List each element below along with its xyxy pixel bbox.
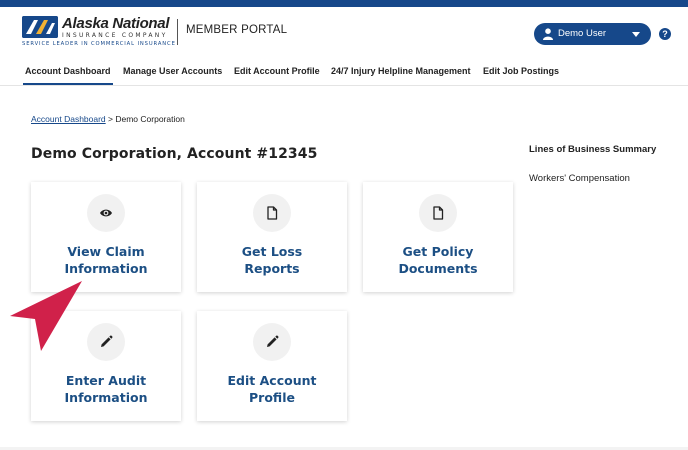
- logo-subtitle: INSURANCE COMPANY: [62, 32, 168, 39]
- logo-mark-icon: [22, 16, 58, 38]
- card-label-line1: Enter Audit: [65, 373, 147, 388]
- card-label-line2: Reports: [244, 261, 300, 276]
- chevron-down-icon: [632, 32, 640, 37]
- user-name: Demo User: [558, 28, 607, 39]
- card-label-line2: Documents: [398, 261, 478, 276]
- get-policy-documents-card[interactable]: Get Policy Documents: [363, 182, 513, 292]
- lines-of-business-item: Workers' Compensation: [529, 173, 630, 184]
- user-icon: [543, 28, 553, 40]
- card-label-line1: Edit Account: [227, 373, 317, 388]
- main-nav: Account Dashboard Manage User Accounts E…: [0, 59, 688, 86]
- nav-item-account-dashboard[interactable]: Account Dashboard: [23, 66, 113, 85]
- card-label: Enter Audit Information: [31, 372, 181, 406]
- card-label: Edit Account Profile: [197, 372, 347, 406]
- annotation-arrow-icon: [10, 281, 82, 351]
- icon-circle: [87, 194, 125, 232]
- document-icon: [267, 206, 278, 220]
- nav-item-injury-helpline[interactable]: 24/7 Injury Helpline Management: [331, 66, 471, 76]
- card-label: Get Policy Documents: [363, 243, 513, 277]
- user-menu-button[interactable]: Demo User: [534, 23, 651, 45]
- nav-item-manage-user-accounts[interactable]: Manage User Accounts: [123, 66, 222, 76]
- card-label-line1: View Claim: [67, 244, 145, 259]
- breadcrumb-link-account-dashboard[interactable]: Account Dashboard: [31, 114, 106, 124]
- site-header: Alaska National INSURANCE COMPANY SERVIC…: [0, 7, 688, 59]
- nav-item-edit-job-postings[interactable]: Edit Job Postings: [483, 66, 559, 76]
- help-icon[interactable]: ?: [659, 28, 671, 40]
- get-loss-reports-card[interactable]: Get Loss Reports: [197, 182, 347, 292]
- icon-circle: [87, 323, 125, 361]
- lines-of-business-title: Lines of Business Summary: [529, 144, 657, 155]
- icon-circle: [253, 323, 291, 361]
- card-label-line1: Get Policy: [402, 244, 474, 259]
- card-label-line2: Information: [64, 261, 148, 276]
- card-label-line2: Profile: [249, 390, 295, 405]
- main-content: Account Dashboard > Demo Corporation Dem…: [0, 87, 688, 450]
- pencil-icon: [267, 335, 279, 347]
- card-label-line2: Information: [64, 390, 148, 405]
- icon-circle: [253, 194, 291, 232]
- breadcrumb-separator: >: [105, 114, 116, 124]
- nav-item-edit-account-profile[interactable]: Edit Account Profile: [234, 66, 320, 76]
- breadcrumb-current: Demo Corporation: [115, 114, 185, 124]
- card-label: Get Loss Reports: [197, 243, 347, 277]
- card-label-line1: Get Loss: [241, 244, 303, 259]
- top-brand-stripe: [0, 0, 688, 7]
- edit-account-profile-card[interactable]: Edit Account Profile: [197, 311, 347, 421]
- view-claim-information-card[interactable]: View Claim Information: [31, 182, 181, 292]
- card-label: View Claim Information: [31, 243, 181, 277]
- header-divider: [177, 19, 178, 45]
- document-icon: [433, 206, 444, 220]
- logo-name: Alaska National: [62, 15, 170, 32]
- company-logo[interactable]: Alaska National INSURANCE COMPANY SERVIC…: [22, 15, 176, 50]
- pencil-icon: [101, 335, 113, 347]
- breadcrumb: Account Dashboard > Demo Corporation: [31, 114, 185, 124]
- logo-tagline: SERVICE LEADER IN COMMERCIAL INSURANCE: [22, 41, 176, 47]
- portal-title: MEMBER PORTAL: [186, 24, 288, 36]
- icon-circle: [419, 194, 457, 232]
- eye-icon: [100, 209, 112, 217]
- page-title: Demo Corporation, Account #12345: [31, 146, 318, 162]
